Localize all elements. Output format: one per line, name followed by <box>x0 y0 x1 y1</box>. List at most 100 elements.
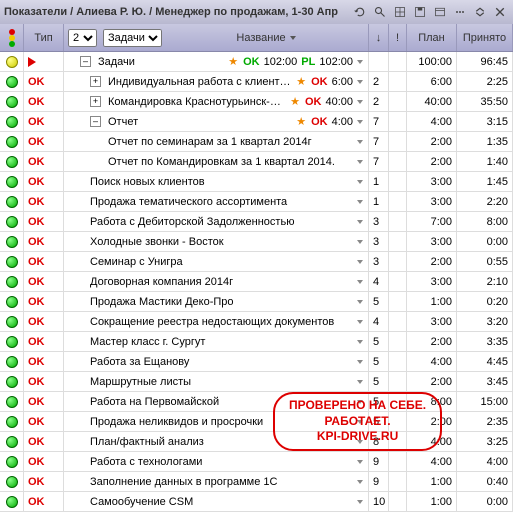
dropdown-icon[interactable] <box>356 458 364 466</box>
expand-icon[interactable]: + <box>90 76 101 87</box>
table-row[interactable]: OKРабота с Дебиторской Задолженностью37:… <box>0 212 513 232</box>
table-row[interactable]: OKЗаполнение данных в программе 1С91:000… <box>0 472 513 492</box>
name-cell[interactable]: Работа за Ещанову <box>64 352 369 371</box>
name-cell[interactable]: Семинар с Унигра <box>64 252 369 271</box>
name-cell[interactable]: Договорная компания 2014г <box>64 272 369 291</box>
name-cell[interactable]: +Индивидуальная работа с клиентами★OK6:0… <box>64 72 369 91</box>
collapse-icon[interactable]: – <box>90 116 101 127</box>
window-icon[interactable] <box>431 3 449 21</box>
table-row[interactable]: OKРабота за Ещанову54:004:45 <box>0 352 513 372</box>
save-icon[interactable] <box>411 3 429 21</box>
dropdown-icon[interactable] <box>356 378 364 386</box>
table-row[interactable]: OKПродажа Мастики Деко-Про51:000:20 <box>0 292 513 312</box>
dropdown-icon[interactable] <box>356 258 364 266</box>
name-cell[interactable]: Поиск новых клиентов <box>64 172 369 191</box>
table-row[interactable]: OKРабота на Первомайской58:0015:00 <box>0 392 513 412</box>
name-cell[interactable]: Маршрутные листы <box>64 372 369 391</box>
table-row[interactable]: OKПлан/фактный анализ84:003:25 <box>0 432 513 452</box>
table-row[interactable]: OKСамообучение CSM101:000:00 <box>0 492 513 512</box>
more-icon[interactable] <box>451 3 469 21</box>
accepted-column-header[interactable]: Принято <box>457 24 513 51</box>
dropdown-icon[interactable] <box>356 238 364 246</box>
name-cell[interactable]: +Командировка Краснотурьинск-Серов★OK40:… <box>64 92 369 111</box>
dropdown-icon[interactable] <box>356 198 364 206</box>
table-row[interactable]: OKРабота с технологами94:004:00 <box>0 452 513 472</box>
dropdown-icon[interactable] <box>356 438 364 446</box>
table-row[interactable]: OKХолодные звонки - Восток33:000:00 <box>0 232 513 252</box>
table-row[interactable]: OKМастер класс г. Сургут52:003:35 <box>0 332 513 352</box>
dropdown-icon[interactable] <box>356 418 364 426</box>
name-cell[interactable]: Продажа неликвидов и просрочки <box>64 412 369 431</box>
dropdown-icon[interactable] <box>356 478 364 486</box>
table-row[interactable]: OKПродажа неликвидов и просрочки52:002:3… <box>0 412 513 432</box>
name-cell[interactable]: Работа с Дебиторской Задолженностью <box>64 212 369 231</box>
dropdown-icon[interactable] <box>356 58 364 66</box>
name-cell[interactable]: Продажа Мастики Деко-Про <box>64 292 369 311</box>
plan-cell: 3:00 <box>407 272 457 291</box>
dropdown-icon[interactable] <box>356 218 364 226</box>
table-row[interactable]: OK+Индивидуальная работа с клиентами★OK6… <box>0 72 513 92</box>
table-row[interactable]: OKОтчет по семинарам за 1 квартал 2014г7… <box>0 132 513 152</box>
dropdown-icon[interactable] <box>356 318 364 326</box>
table-row[interactable]: OKСокращение реестра недостающих докумен… <box>0 312 513 332</box>
expand-icon[interactable]: + <box>90 96 101 107</box>
table-row[interactable]: OK–Отчет★OK4:0074:003:15 <box>0 112 513 132</box>
dropdown-icon[interactable] <box>356 118 364 126</box>
table-row[interactable]: OKОтчет по Командировкам за 1 квартал 20… <box>0 152 513 172</box>
plan-cell: 7:00 <box>407 212 457 231</box>
accepted-cell: 2:25 <box>457 72 513 91</box>
table-row[interactable]: OKПродажа тематического ассортимента13:0… <box>0 192 513 212</box>
dropdown-icon[interactable] <box>356 78 364 86</box>
dropdown-icon[interactable] <box>356 98 364 106</box>
name-cell[interactable]: –Задачи★OK102:00PL102:00 <box>64 52 369 71</box>
type-cell: OK <box>24 212 64 231</box>
name-cell[interactable]: –Отчет★OK4:00 <box>64 112 369 131</box>
dropdown-icon[interactable] <box>356 338 364 346</box>
plan-cell: 1:00 <box>407 472 457 491</box>
excl-column-header[interactable]: ! <box>389 24 407 51</box>
dropdown-icon[interactable] <box>356 178 364 186</box>
name-cell[interactable]: План/фактный анализ <box>64 432 369 451</box>
name-cell[interactable]: Мастер класс г. Сургут <box>64 332 369 351</box>
name-cell[interactable]: Сокращение реестра недостающих документо… <box>64 312 369 331</box>
table-row[interactable]: OKМаршрутные листы52:003:45 <box>0 372 513 392</box>
dropdown-icon[interactable] <box>356 498 364 506</box>
maximize-icon[interactable] <box>471 3 489 21</box>
table-row[interactable]: –Задачи★OK102:00PL102:00100:0096:45 <box>0 52 513 72</box>
name-cell[interactable]: Работа на Первомайской <box>64 392 369 411</box>
grid-icon[interactable] <box>391 3 409 21</box>
flag-cell: 5 <box>369 352 389 371</box>
name-cell[interactable]: Работа с технологами <box>64 452 369 471</box>
plan-cell: 1:00 <box>407 492 457 511</box>
task-name-label: Работа с Дебиторской Задолженностью <box>90 216 353 228</box>
flag-column-header[interactable]: ↓ <box>369 24 389 51</box>
dropdown-icon[interactable] <box>356 298 364 306</box>
status-ok-label: OK <box>28 416 45 428</box>
name-column-header[interactable]: 2 Задачи Название <box>64 24 369 51</box>
dropdown-icon[interactable] <box>356 398 364 406</box>
table-row[interactable]: OKСеминар с Унигра32:000:55 <box>0 252 513 272</box>
name-cell[interactable]: Отчет по семинарам за 1 квартал 2014г <box>64 132 369 151</box>
table-row[interactable]: OKДоговорная компания 2014г43:002:10 <box>0 272 513 292</box>
dropdown-icon[interactable] <box>356 138 364 146</box>
dropdown-icon[interactable] <box>356 278 364 286</box>
table-row[interactable]: OK+Командировка Краснотурьинск-Серов★OK4… <box>0 92 513 112</box>
refresh-icon[interactable] <box>351 3 369 21</box>
search-icon[interactable] <box>371 3 389 21</box>
dropdown-icon[interactable] <box>356 358 364 366</box>
name-cell[interactable]: Продажа тематического ассортимента <box>64 192 369 211</box>
category-select[interactable]: Задачи <box>103 29 162 47</box>
name-cell[interactable]: Холодные звонки - Восток <box>64 232 369 251</box>
name-cell[interactable]: Самообучение CSM <box>64 492 369 511</box>
name-cell[interactable]: Отчет по Командировкам за 1 квартал 2014… <box>64 152 369 171</box>
type-column-header[interactable]: Тип <box>24 24 64 51</box>
collapse-icon[interactable]: – <box>80 56 91 67</box>
table-row[interactable]: OKПоиск новых клиентов13:001:45 <box>0 172 513 192</box>
level-select[interactable]: 2 <box>68 29 97 47</box>
name-cell[interactable]: Заполнение данных в программе 1С <box>64 472 369 491</box>
dropdown-icon[interactable] <box>356 158 364 166</box>
plan-column-header[interactable]: План <box>407 24 457 51</box>
task-name-label: План/фактный анализ <box>90 436 353 448</box>
traffic-light-header[interactable] <box>0 24 24 51</box>
close-icon[interactable] <box>491 3 509 21</box>
